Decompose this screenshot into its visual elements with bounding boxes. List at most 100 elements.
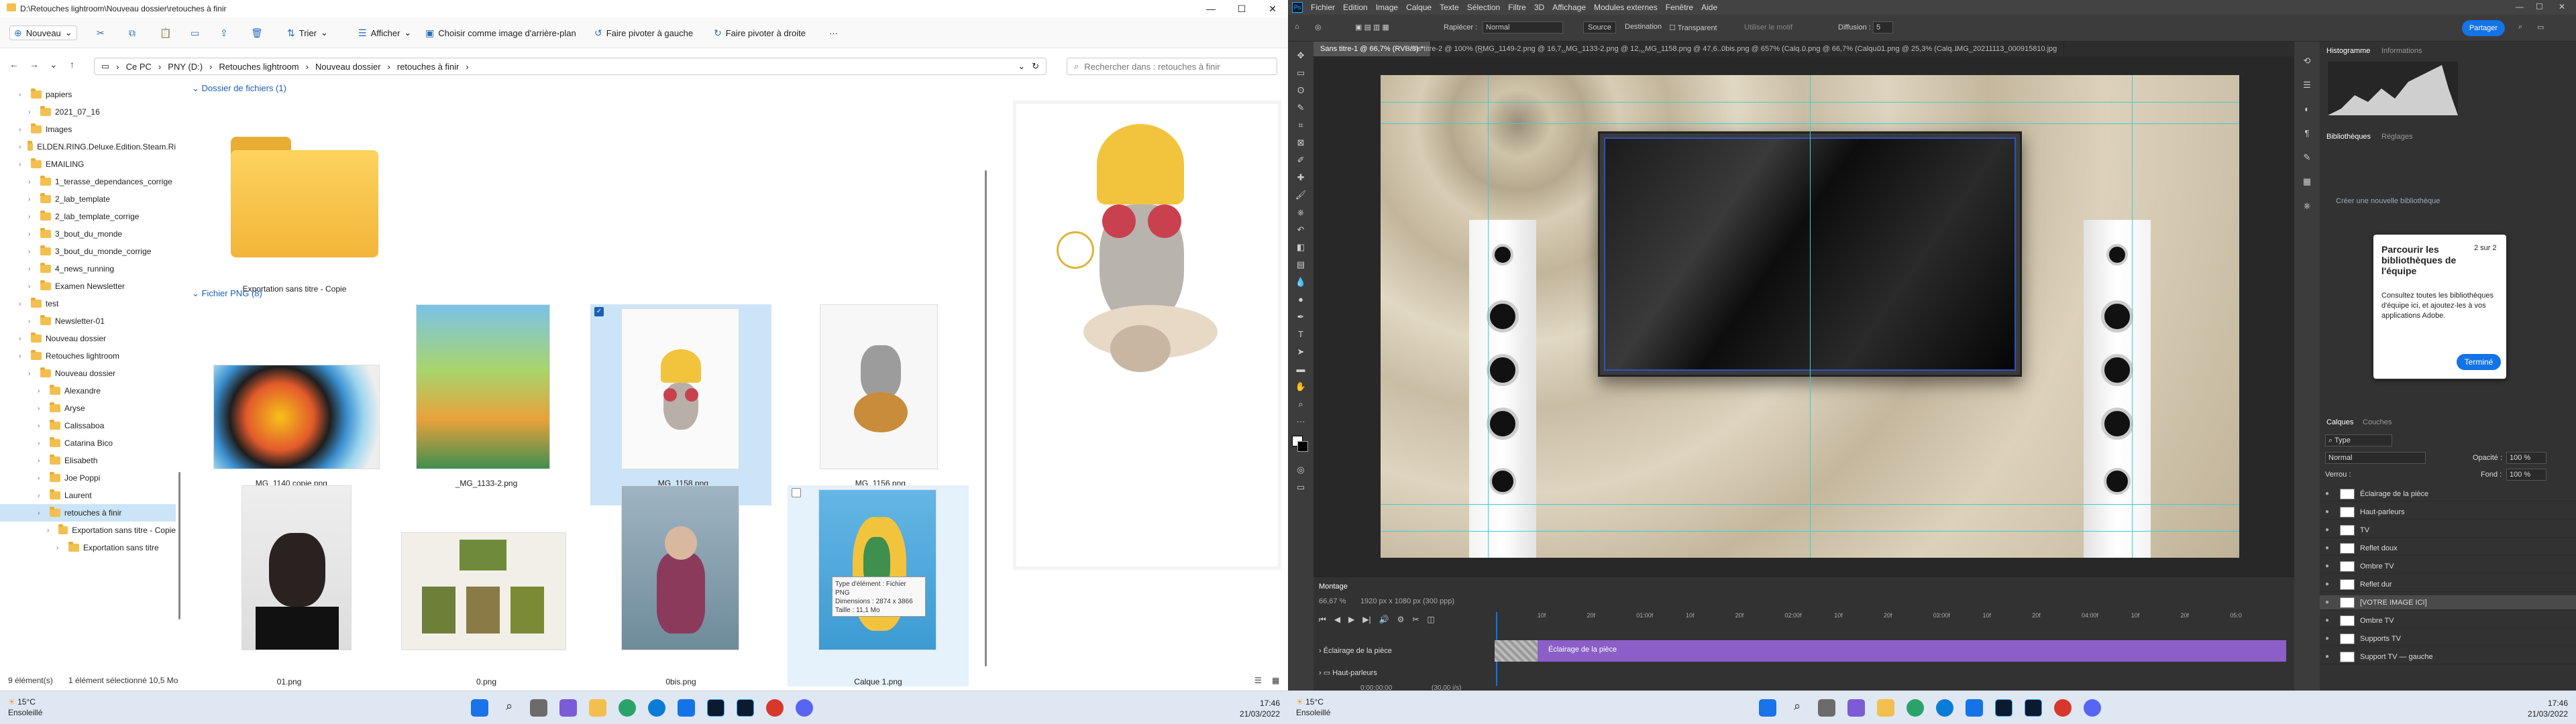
use-pattern-button[interactable]: Utiliser le motif xyxy=(1744,23,1792,32)
audio-icon[interactable]: 🔊 xyxy=(1379,615,1389,625)
rotate-right-button[interactable]: ↻ Faire pivoter à droite xyxy=(710,25,810,40)
layer-row[interactable]: ● Support TV — gauche xyxy=(2320,650,2576,664)
background-color-icon[interactable] xyxy=(1297,441,1308,452)
tree-item[interactable]: › Nouveau dossier xyxy=(0,330,176,347)
layer-row[interactable]: ● Reflet doux xyxy=(2320,541,2576,556)
close-button[interactable]: ✕ xyxy=(2559,2,2565,11)
breadcrumb-item[interactable]: Ce PC xyxy=(126,62,152,72)
file-tile[interactable]: _MG_1140 copie.png xyxy=(199,304,380,505)
create-library-link[interactable]: Créer une nouvelle bibliothèque xyxy=(2336,197,2440,205)
gradient-tool-icon[interactable]: ▤ xyxy=(1295,259,1307,271)
folder-tile[interactable]: Exportation sans titre - Copie xyxy=(204,97,385,298)
first-frame-icon[interactable]: ⏮ xyxy=(1319,615,1326,625)
artboard-canvas[interactable] xyxy=(1381,75,2239,558)
tree-item[interactable]: › Laurent xyxy=(0,487,176,504)
chevron-right-icon[interactable]: › xyxy=(47,527,54,534)
patch-tool-icon[interactable]: ◎ xyxy=(1315,23,1322,32)
tree-item[interactable]: › Exportation sans titre - Copie xyxy=(0,522,176,539)
pen-tool-icon[interactable]: ✒ xyxy=(1295,311,1307,323)
eraser-tool-icon[interactable]: ◧ xyxy=(1295,241,1307,253)
fill-input[interactable]: 100 % xyxy=(2506,469,2546,481)
photoshop-icon[interactable] xyxy=(707,699,724,717)
menu-item[interactable]: Aide xyxy=(1701,3,1717,12)
chevron-right-icon[interactable]: › xyxy=(19,300,27,308)
dodge-tool-icon[interactable]: ● xyxy=(1295,294,1307,306)
diffusion-input[interactable]: 5 xyxy=(1873,21,1893,34)
quick-select-tool-icon[interactable]: ✎ xyxy=(1295,102,1307,114)
share-button[interactable]: ⇪ xyxy=(216,25,232,40)
layer-filter-select[interactable]: ⌕ Type xyxy=(2325,434,2392,446)
brush-tool-icon[interactable]: 🖌 xyxy=(1295,189,1307,201)
eye-icon[interactable]: ● xyxy=(2320,544,2334,552)
paste-button[interactable]: 📋 xyxy=(156,25,175,40)
chevron-right-icon[interactable]: › xyxy=(19,161,27,168)
weather-widget[interactable]: ☀ 15°C Ensoleillé xyxy=(1296,697,1330,718)
tree-item[interactable]: › 2021_07_16 xyxy=(0,103,176,121)
tree-item[interactable]: › Joe Poppi xyxy=(0,469,176,487)
menu-item[interactable]: Image xyxy=(1376,3,1398,12)
wallpaper-button[interactable]: ▣ Choisir comme image d'arrière-plan xyxy=(421,25,580,40)
chevron-right-icon[interactable]: › xyxy=(28,213,36,221)
chevron-right-icon[interactable]: › xyxy=(28,231,36,238)
eye-icon[interactable]: ● xyxy=(2320,490,2334,497)
chevron-right-icon[interactable]: › xyxy=(38,492,46,499)
swatches-icon[interactable]: ▦ xyxy=(2301,176,2313,188)
move-tool-icon[interactable]: ✥ xyxy=(1295,50,1307,62)
lightroom-icon[interactable] xyxy=(2025,699,2042,717)
tree-item[interactable]: › papiers xyxy=(0,86,176,103)
screen-mode-icon[interactable]: ▭ xyxy=(1295,481,1307,493)
discord-icon[interactable] xyxy=(2084,699,2101,717)
breadcrumb-item[interactable]: PNY (D:) xyxy=(168,62,203,72)
store-icon[interactable] xyxy=(1966,699,1983,717)
tree-item[interactable]: › Examen Newsletter xyxy=(0,278,176,295)
chevron-right-icon[interactable]: › xyxy=(38,440,46,447)
copy-button[interactable]: ⧉ xyxy=(125,25,140,40)
tree-item[interactable]: › Aryse xyxy=(0,400,176,417)
brush-settings-icon[interactable]: ✎ xyxy=(2301,152,2313,164)
menu-item[interactable]: Modules externes xyxy=(1594,3,1658,12)
clock[interactable]: 17:46 21/03/2022 xyxy=(2528,698,2568,719)
tree-item[interactable]: › 1_terasse_dependances_corrige xyxy=(0,173,176,190)
menu-item[interactable]: Texte xyxy=(1440,3,1459,12)
chevron-right-icon[interactable]: › xyxy=(28,109,36,116)
layers-tab[interactable]: Calques xyxy=(2326,418,2353,426)
done-button[interactable]: Terminé xyxy=(2457,354,2501,370)
eye-icon[interactable]: ● xyxy=(2320,508,2334,516)
edge-icon[interactable] xyxy=(1936,699,1953,717)
track-header[interactable]: › ▭ Haut-parleurs xyxy=(1319,668,1377,677)
tree-item[interactable]: › 3_bout_du_monde xyxy=(0,225,176,243)
layer-row[interactable]: ● Haut-parleurs xyxy=(2320,505,2576,520)
layer-row[interactable]: ● TV xyxy=(2320,523,2576,538)
quick-mask-icon[interactable]: ◎ xyxy=(1295,464,1307,476)
tree-item[interactable]: › 3_bout_du_monde_corrige xyxy=(0,243,176,260)
prev-frame-icon[interactable]: ◀ xyxy=(1334,615,1340,625)
document-tab[interactable]: IMG_20211113_000915810.jpg xyxy=(1948,42,2065,56)
tree-item[interactable]: › retouches à finir xyxy=(0,504,176,522)
lasso-tool-icon[interactable]: ʘ xyxy=(1295,84,1307,97)
libraries-tab[interactable]: Bibliothèques xyxy=(2326,133,2371,141)
layer-row[interactable]: ● Ombre TV xyxy=(2320,559,2576,574)
tree-item[interactable]: › Elisabeth xyxy=(0,452,176,469)
search-icon[interactable]: ⌕ xyxy=(1788,699,1806,717)
tree-item[interactable]: › Catarina Bico xyxy=(0,434,176,452)
chevron-right-icon[interactable]: › xyxy=(38,457,46,465)
menu-item[interactable]: Fenêtre xyxy=(1666,3,1693,12)
minimize-button[interactable]: — xyxy=(1195,0,1226,17)
file-explorer-icon[interactable] xyxy=(589,699,606,717)
chevron-down-icon[interactable]: ⌄ xyxy=(1018,61,1025,72)
menu-item[interactable]: Calque xyxy=(1406,3,1432,12)
chevron-right-icon[interactable]: › xyxy=(28,265,36,273)
history-brush-tool-icon[interactable]: ↶ xyxy=(1295,224,1307,236)
workspace-icon[interactable]: ▭ xyxy=(2537,23,2544,32)
menu-item[interactable]: Edition xyxy=(1343,3,1368,12)
close-button[interactable]: ✕ xyxy=(1257,0,1288,17)
tree-item[interactable]: › Newsletter-01 xyxy=(0,312,176,330)
chevron-right-icon[interactable]: › xyxy=(38,475,46,482)
tiles-view-icon[interactable]: ▦ xyxy=(1272,676,1279,685)
app-icon[interactable] xyxy=(766,699,784,717)
history-icon[interactable]: ⟲ xyxy=(2301,55,2313,67)
paragraph-icon[interactable]: ¶ xyxy=(2301,127,2313,139)
clone-source-icon[interactable]: ⎈ xyxy=(2301,200,2313,212)
crop-tool-icon[interactable]: ⌗ xyxy=(1295,119,1307,131)
file-tile[interactable]: 0bis.png xyxy=(590,485,771,686)
